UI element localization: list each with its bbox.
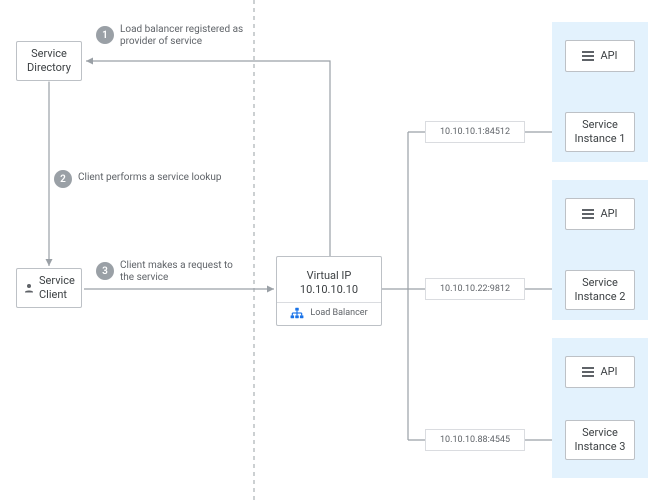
endpoint-ip-3: 10.10.10.88:4545 [425, 429, 525, 451]
step-2-label: Client performs a service lookup [78, 172, 222, 184]
service-client-label: Service Client [39, 274, 75, 302]
endpoint-ip-2: 10.10.10.22:9812 [425, 278, 525, 300]
list-icon [582, 367, 594, 377]
service-directory: Service Directory [16, 41, 82, 81]
api-box-2: API [565, 198, 635, 230]
load-balancer-icon [290, 307, 304, 319]
divider [277, 302, 381, 303]
api-box-3: API [565, 356, 635, 388]
service-client: Service Client [16, 268, 82, 308]
service-instance-1: Service Instance 1 [565, 112, 635, 152]
virtual-ip-title: Virtual IP [307, 269, 352, 283]
api-box-1: API [565, 40, 635, 72]
step-2-badge: 2 [54, 170, 72, 188]
step-3-badge: 3 [96, 262, 114, 280]
api-label: API [600, 207, 617, 221]
diagram-canvas: API API API Service Instance 1 Service I… [0, 0, 648, 504]
step-1-badge: 1 [96, 26, 114, 44]
service-instance-3: Service Instance 3 [565, 420, 635, 460]
step-1-label: Load balancer registered as provider of … [120, 24, 250, 48]
user-icon [23, 282, 35, 294]
service-instance-2: Service Instance 2 [565, 270, 635, 310]
list-icon [582, 51, 594, 61]
api-label: API [600, 365, 617, 379]
step-3-label: Client makes a request to the service [120, 260, 240, 284]
api-label: API [600, 49, 617, 63]
load-balancer: Virtual IP 10.10.10.10 Load Balancer [276, 256, 382, 326]
list-icon [582, 209, 594, 219]
load-balancer-label: Load Balancer [310, 308, 367, 319]
endpoint-ip-1: 10.10.10.1:84512 [425, 121, 525, 143]
virtual-ip-address: 10.10.10.10 [300, 283, 358, 297]
